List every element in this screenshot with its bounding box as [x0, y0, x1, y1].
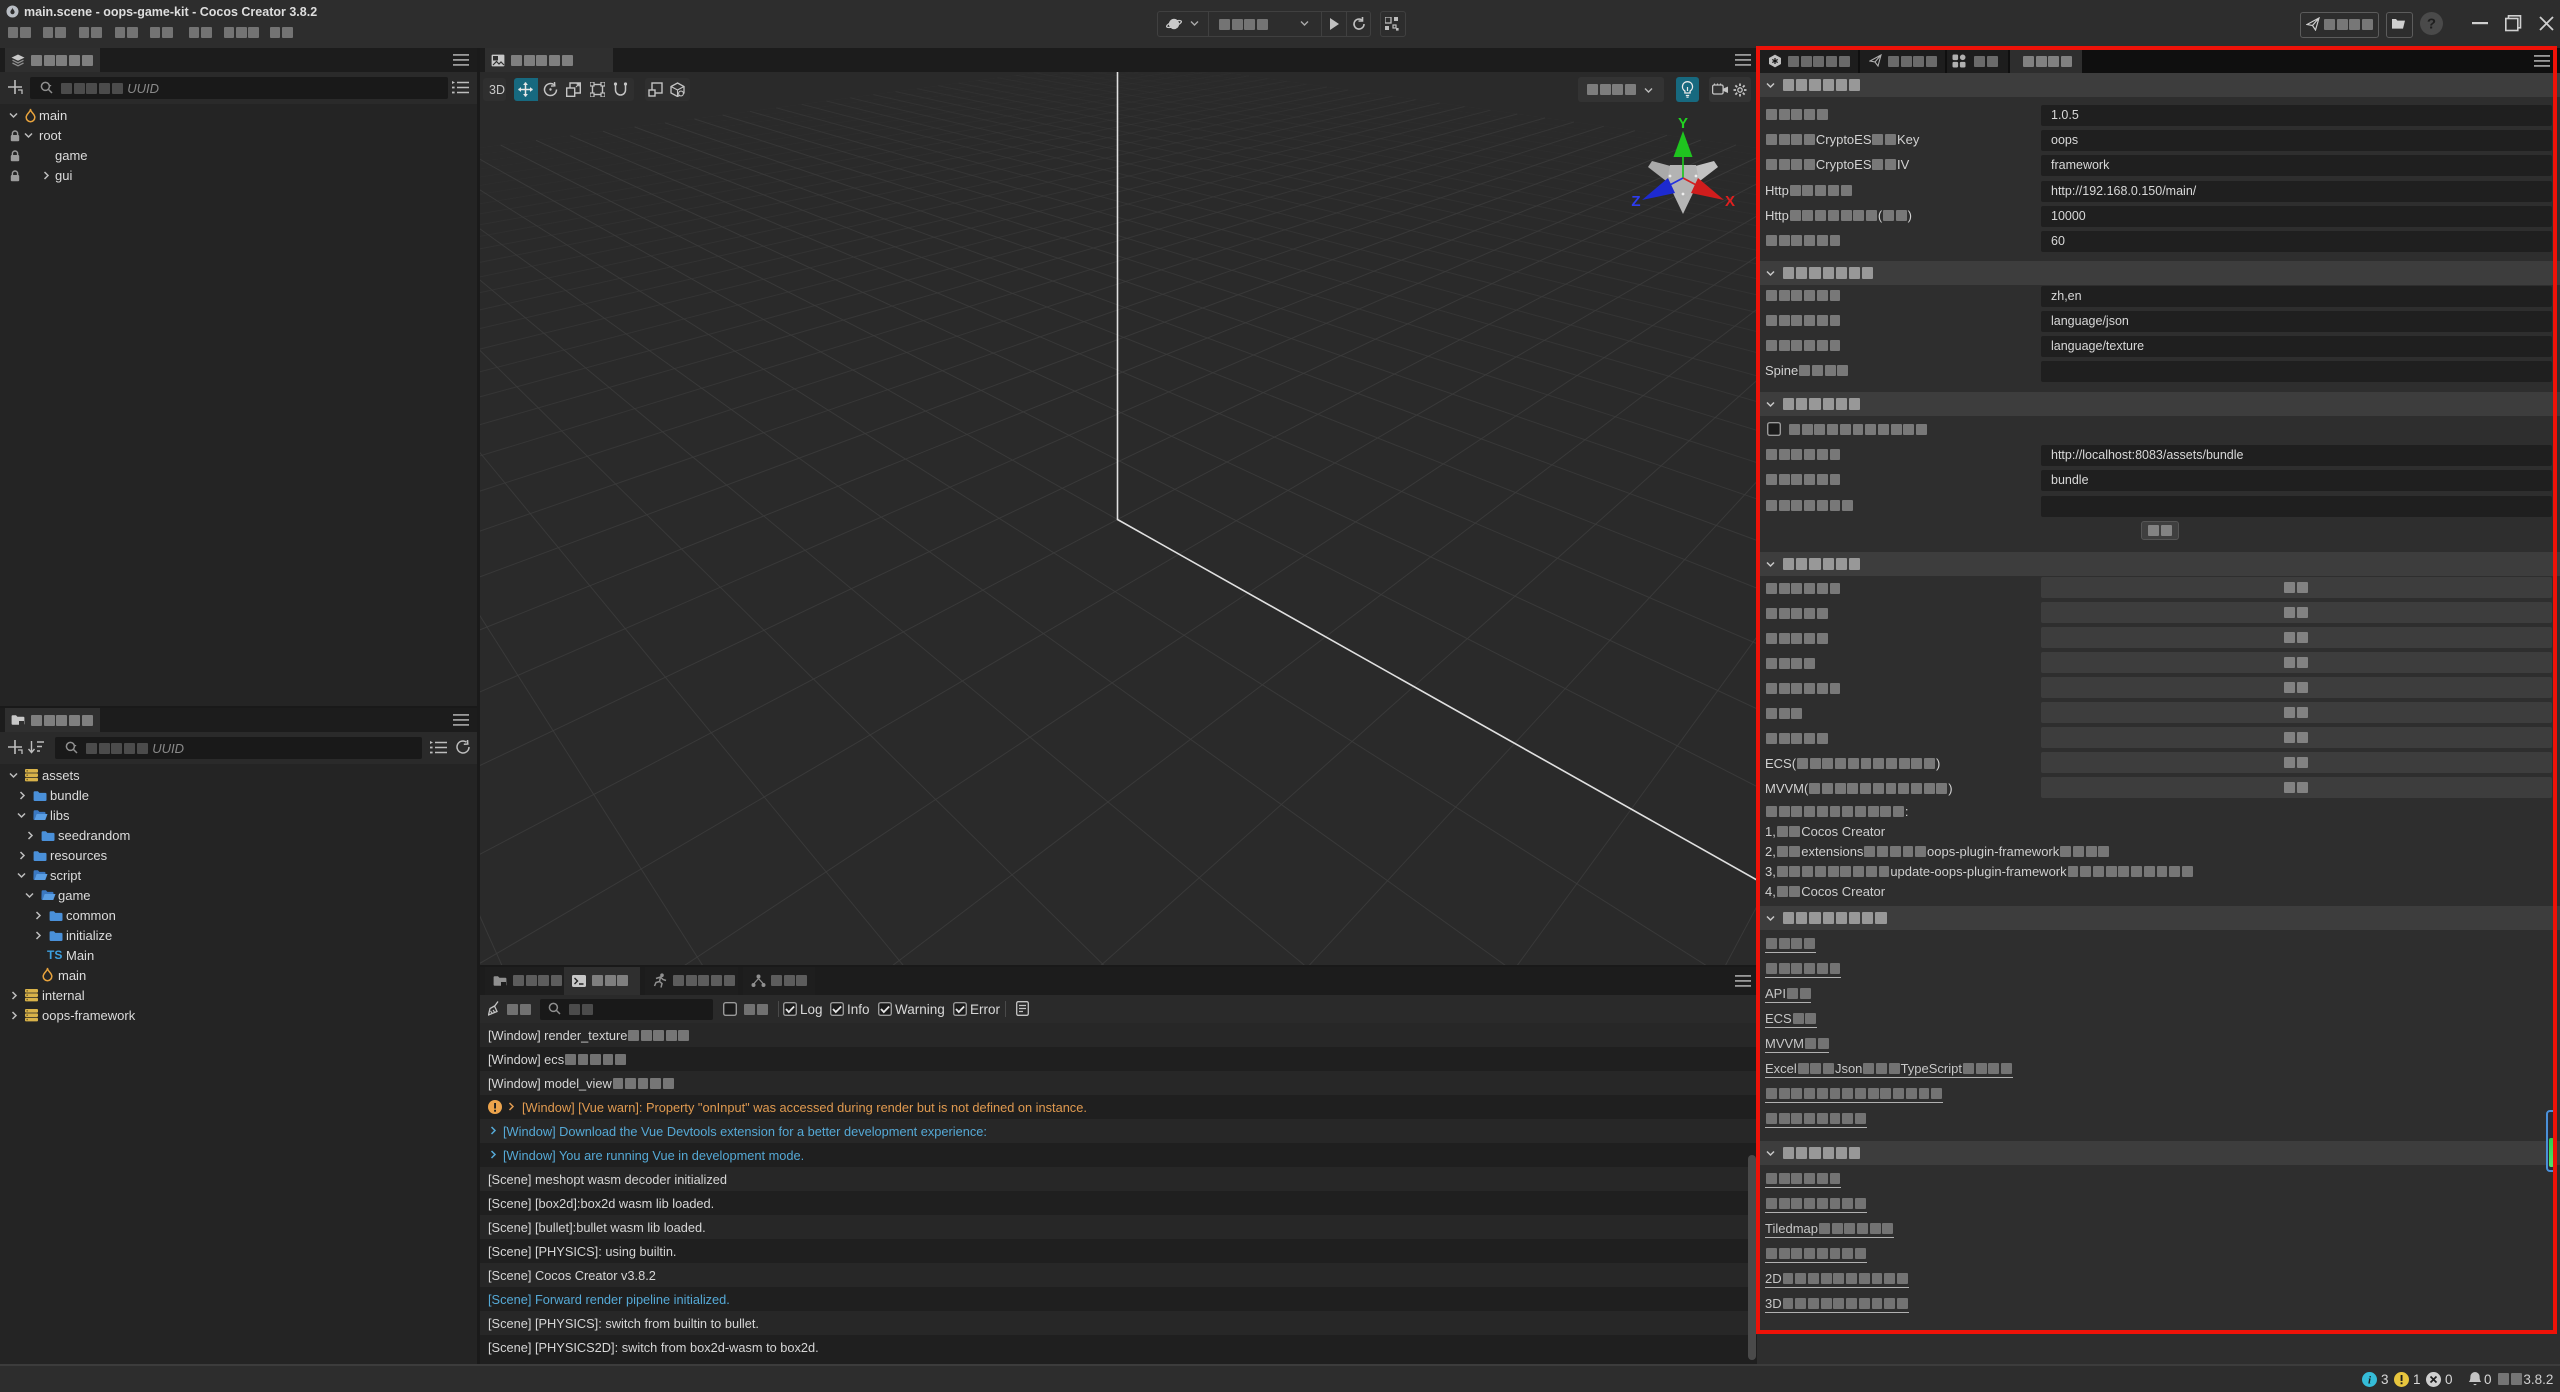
svg-text:Z: Z — [1631, 193, 1640, 210]
svg-text:?: ? — [2427, 16, 2436, 33]
svg-text:Y: Y — [1678, 115, 1688, 132]
svg-text:X: X — [1725, 193, 1735, 210]
